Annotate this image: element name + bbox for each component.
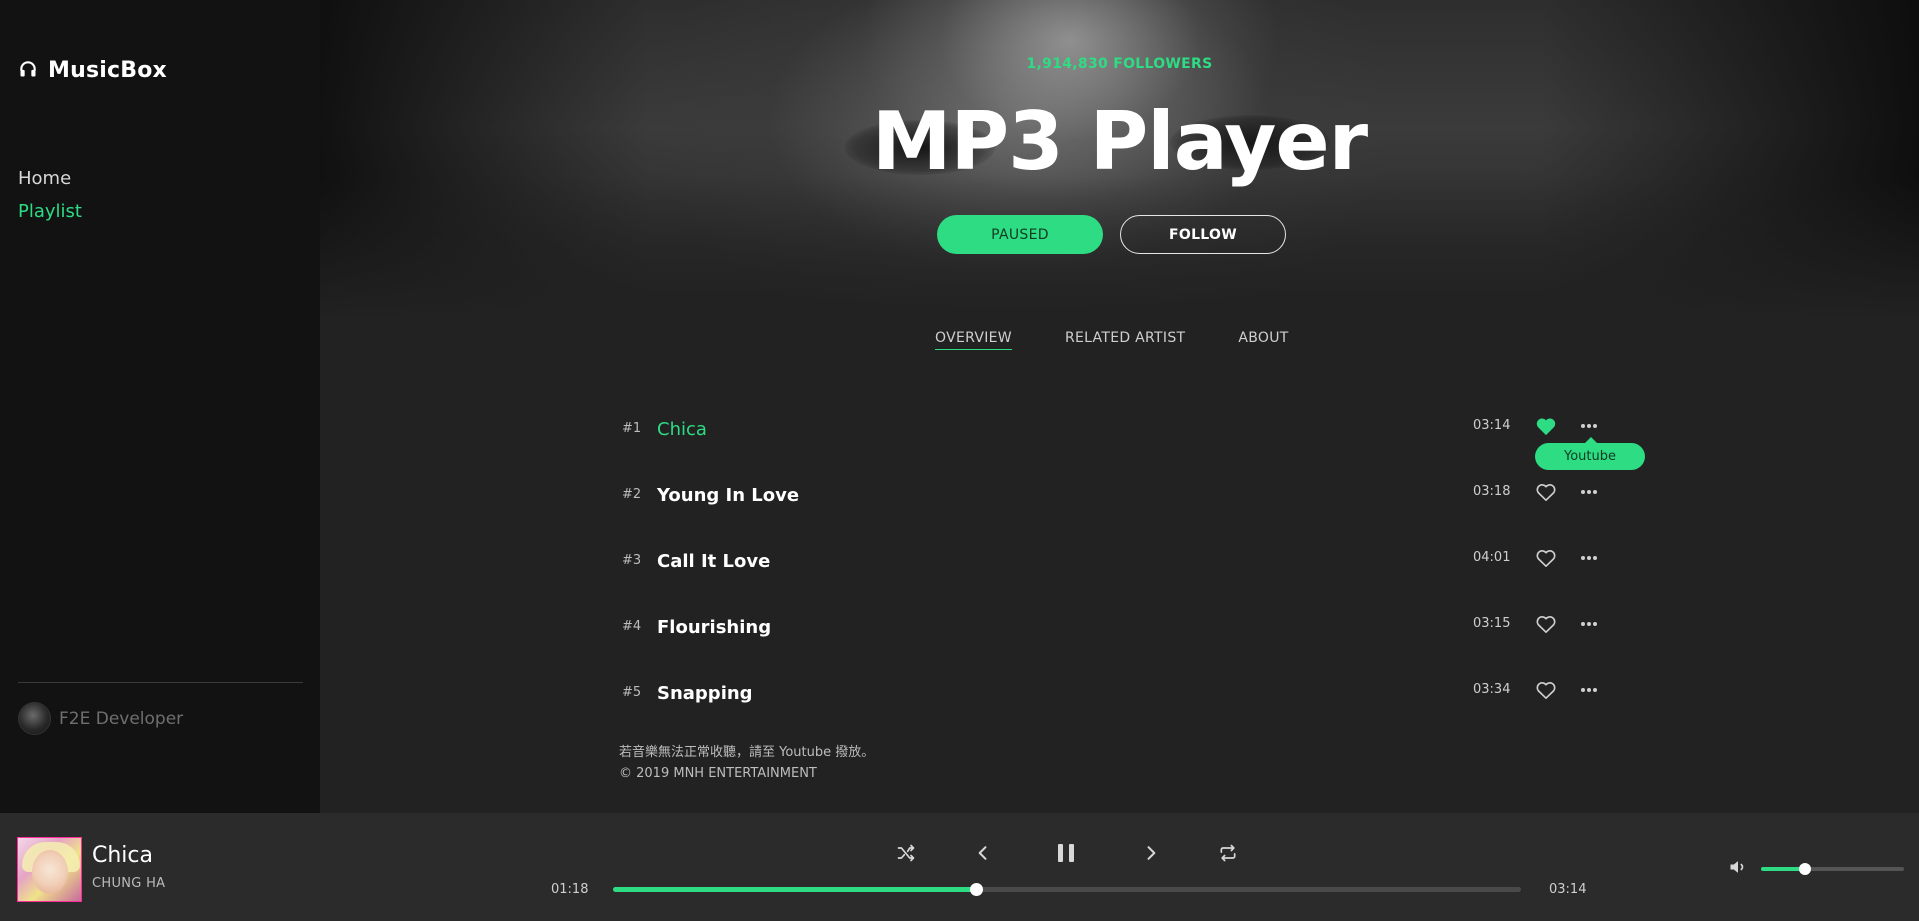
heart-filled-icon[interactable]: [1535, 416, 1557, 436]
sidebar-item-home[interactable]: Home: [18, 168, 82, 189]
developer-name: F2E Developer: [59, 708, 184, 729]
sidebar-item-playlist[interactable]: Playlist: [18, 201, 82, 222]
previous-icon[interactable]: [973, 843, 993, 867]
heart-outline-icon[interactable]: [1535, 680, 1557, 700]
progress-handle[interactable]: [970, 883, 984, 896]
tab-overview[interactable]: OVERVIEW: [935, 330, 1012, 350]
track-list: #1 Chica 03:14 Youtube #2 Young In Love …: [620, 406, 1645, 736]
more-options-icon[interactable]: [1578, 417, 1600, 435]
track-duration: 03:15: [1473, 616, 1511, 631]
track-number: #3: [622, 553, 642, 568]
player-bar: Chica CHUNG HA 01:18 03:14: [0, 813, 1919, 921]
track-title[interactable]: Flourishing: [657, 617, 771, 638]
progress-bar[interactable]: [613, 883, 1521, 896]
heart-outline-icon[interactable]: [1535, 614, 1557, 634]
volume-icon[interactable]: [1728, 857, 1748, 877]
sidebar-divider: [18, 682, 303, 683]
total-time: 03:14: [1549, 882, 1587, 897]
track-title[interactable]: Young In Love: [657, 485, 799, 506]
album-cover-art: [32, 850, 68, 894]
more-options-icon[interactable]: [1578, 549, 1600, 567]
track-number: #1: [622, 421, 642, 436]
track-row[interactable]: #1 Chica 03:14 Youtube: [620, 406, 1645, 472]
developer-profile[interactable]: F2E Developer: [18, 702, 183, 735]
copyright: © 2019 MNH ENTERTAINMENT: [619, 766, 817, 781]
track-row[interactable]: #3 Call It Love 04:01: [620, 538, 1605, 604]
track-title[interactable]: Snapping: [657, 683, 753, 704]
shuffle-icon[interactable]: [896, 843, 916, 867]
track-title[interactable]: Chica: [657, 419, 707, 440]
followers-count: 1,914,830 FOLLOWERS: [1026, 56, 1213, 72]
sidebar: MusicBox Home Playlist F2E Developer: [0, 0, 320, 813]
track-number: #2: [622, 487, 642, 502]
more-options-icon[interactable]: [1578, 615, 1600, 633]
headphones-icon: [18, 59, 38, 83]
more-options-icon[interactable]: [1578, 681, 1600, 699]
now-playing-artist: CHUNG HA: [92, 876, 166, 891]
track-title[interactable]: Call It Love: [657, 551, 770, 572]
album-cover: [17, 837, 82, 902]
volume-handle[interactable]: [1799, 863, 1812, 875]
next-icon[interactable]: [1141, 843, 1161, 867]
track-duration: 03:14: [1473, 418, 1511, 433]
tab-about[interactable]: ABOUT: [1238, 330, 1288, 350]
heart-outline-icon[interactable]: [1535, 482, 1557, 502]
paused-button[interactable]: PAUSED: [937, 215, 1103, 254]
more-options-icon[interactable]: [1578, 483, 1600, 501]
logo[interactable]: MusicBox: [18, 58, 167, 83]
elapsed-time: 01:18: [551, 882, 589, 897]
youtube-tooltip[interactable]: Youtube: [1535, 437, 1645, 470]
track-row[interactable]: #5 Snapping 03:34: [620, 670, 1605, 736]
now-playing-title: Chica: [92, 843, 153, 868]
follow-button[interactable]: FOLLOW: [1120, 215, 1286, 254]
content-tabs: OVERVIEW RELATED ARTIST ABOUT: [935, 330, 1289, 350]
app-name: MusicBox: [48, 58, 167, 83]
track-duration: 04:01: [1473, 550, 1511, 565]
pause-icon[interactable]: [1054, 841, 1078, 869]
volume-slider[interactable]: [1761, 863, 1904, 875]
tab-related-artist[interactable]: RELATED ARTIST: [1065, 330, 1185, 350]
repeat-icon[interactable]: [1218, 843, 1238, 867]
track-duration: 03:34: [1473, 682, 1511, 697]
tooltip-label: Youtube: [1564, 449, 1616, 464]
page-title: MP3 Player: [871, 95, 1368, 188]
track-row[interactable]: #2 Young In Love 03:18: [620, 472, 1605, 538]
sidebar-nav: Home Playlist: [18, 168, 82, 234]
progress-fill: [613, 887, 977, 892]
artist-hero: 1,914,830 FOLLOWERS MP3 Player PAUSED FO…: [320, 0, 1919, 320]
notice: 若音樂無法正常收聽，請至 Youtube 撥放。 © 2019 MNH ENTE…: [619, 742, 874, 784]
track-row[interactable]: #4 Flourishing 03:15: [620, 604, 1605, 670]
track-number: #5: [622, 685, 642, 700]
avatar: [18, 702, 51, 735]
youtube-notice: 若音樂無法正常收聽，請至 Youtube 撥放。: [619, 745, 875, 760]
track-duration: 03:18: [1473, 484, 1511, 499]
track-number: #4: [622, 619, 642, 634]
heart-outline-icon[interactable]: [1535, 548, 1557, 568]
